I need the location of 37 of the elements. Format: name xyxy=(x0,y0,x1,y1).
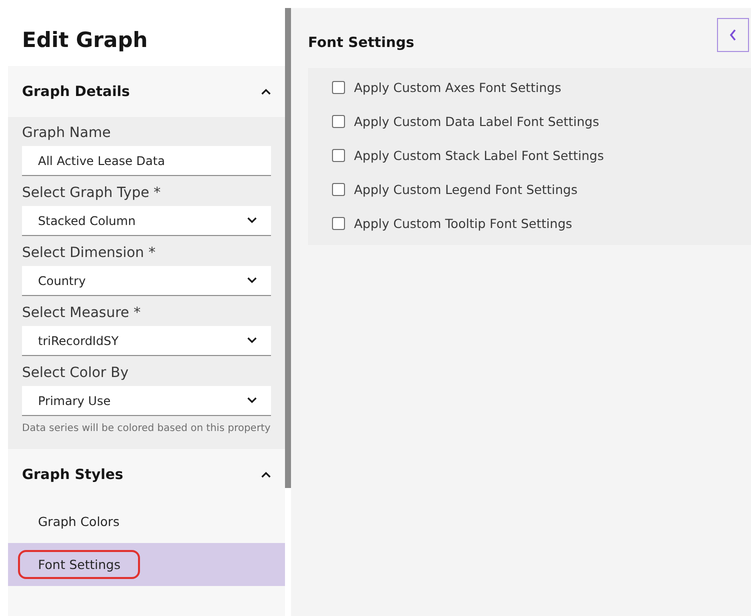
chevron-left-icon xyxy=(729,29,737,41)
field-label: Graph Name xyxy=(22,125,112,141)
chevron-down-icon xyxy=(247,397,257,404)
section-header[interactable]: Graph Details xyxy=(8,66,285,117)
menu-item[interactable]: Font Settings xyxy=(8,543,285,586)
menu-item-label: Font Settings xyxy=(18,550,140,579)
section-header[interactable]: Graph Styles xyxy=(8,449,285,500)
checkbox-label: Apply Custom Data Label Font Settings xyxy=(354,114,600,129)
dropdown[interactable]: Stacked Column xyxy=(22,206,271,236)
menu-item-label: Graph Colors xyxy=(37,513,120,531)
section-title: Font Settings xyxy=(308,35,414,51)
dropdown[interactable]: Country xyxy=(22,266,271,296)
dropdown[interactable]: Primary Use xyxy=(22,386,271,416)
checkbox[interactable] xyxy=(332,183,345,196)
chevron-up-icon xyxy=(261,88,271,95)
checkbox[interactable] xyxy=(332,149,345,162)
chevron-down-icon xyxy=(247,277,257,284)
menu-item[interactable]: Graph Colors xyxy=(8,500,285,543)
scrollbar[interactable] xyxy=(285,8,291,488)
field-label: Select Color By xyxy=(22,365,130,381)
checkbox-label: Apply Custom Legend Font Settings xyxy=(354,182,578,197)
dropdown[interactable]: triRecordIdSY xyxy=(22,326,271,356)
chevron-down-icon xyxy=(247,217,257,224)
checkbox-label: Apply Custom Tooltip Font Settings xyxy=(354,216,572,231)
field-label: Select Measure * xyxy=(22,305,142,321)
checkbox[interactable] xyxy=(332,81,345,94)
checkbox[interactable] xyxy=(332,115,345,128)
field-label: Select Graph Type * xyxy=(22,185,162,201)
chevron-up-icon xyxy=(261,471,271,478)
help-text: Data series will be colored based on this property xyxy=(22,422,271,436)
checkbox-label: Apply Custom Stack Label Font Settings xyxy=(354,148,604,163)
checkbox[interactable] xyxy=(332,217,345,230)
input-field[interactable]: All Active Lease Data xyxy=(22,146,271,176)
chevron-down-icon xyxy=(247,337,257,344)
field-label: Select Dimension * xyxy=(22,245,157,261)
panel-title: Edit Graph xyxy=(21,27,149,54)
checkbox-label: Apply Custom Axes Font Settings xyxy=(354,80,562,95)
